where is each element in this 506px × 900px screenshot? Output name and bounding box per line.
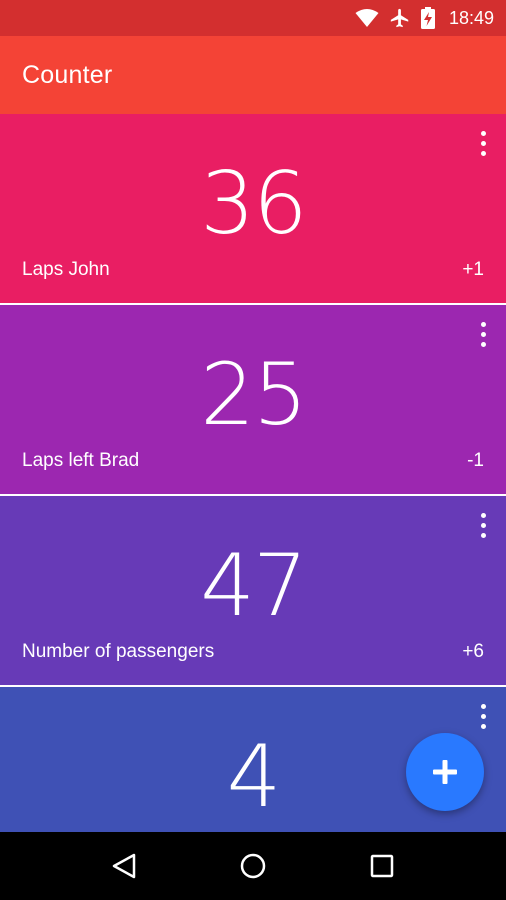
recents-icon <box>370 854 393 878</box>
add-counter-button[interactable] <box>406 733 484 811</box>
screen: 18:49 Counter 36 Laps John +1 25 Laps le… <box>0 0 506 900</box>
counter-value[interactable]: 25 <box>0 345 506 445</box>
wifi-icon <box>355 8 379 28</box>
more-vert-icon <box>480 512 486 518</box>
app-title: Counter <box>22 60 113 89</box>
counter-label: Laps left Brad <box>22 450 140 471</box>
status-time: 18:49 <box>448 7 494 28</box>
back-icon <box>113 853 136 879</box>
more-vert-icon <box>480 703 486 709</box>
back-button[interactable] <box>94 836 154 896</box>
plus-icon <box>433 760 457 784</box>
counter-label: Laps John <box>22 259 110 280</box>
airplane-mode-icon <box>389 7 411 29</box>
battery-charging-icon <box>420 7 435 29</box>
more-vert-icon-dot <box>480 713 486 719</box>
home-button[interactable] <box>223 836 283 896</box>
navigation-bar <box>0 832 506 900</box>
counter-value[interactable]: 36 <box>0 154 506 254</box>
counter-label: Number of passengers <box>22 641 215 662</box>
more-vert-icon <box>480 130 486 136</box>
more-vert-icon-dot <box>480 522 486 528</box>
counter-card[interactable]: 25 Laps left Brad -1 <box>0 305 506 494</box>
counter-step-button[interactable]: +6 <box>462 641 484 663</box>
app-bar: Counter <box>0 36 506 114</box>
more-vert-icon-dot <box>480 140 486 146</box>
more-vert-icon-dot <box>480 331 486 337</box>
status-bar: 18:49 <box>0 0 506 36</box>
more-vert-icon <box>480 321 486 327</box>
counter-value[interactable]: 47 <box>0 536 506 636</box>
counter-step-button[interactable]: +1 <box>462 259 484 281</box>
recents-button[interactable] <box>352 836 412 896</box>
counter-card[interactable]: 47 Number of passengers +6 <box>0 496 506 685</box>
home-icon <box>240 853 266 879</box>
counter-step-button[interactable]: -1 <box>467 450 484 472</box>
counter-card[interactable]: 36 Laps John +1 <box>0 114 506 303</box>
counter-list: 36 Laps John +1 25 Laps left Brad -1 47 … <box>0 114 506 832</box>
